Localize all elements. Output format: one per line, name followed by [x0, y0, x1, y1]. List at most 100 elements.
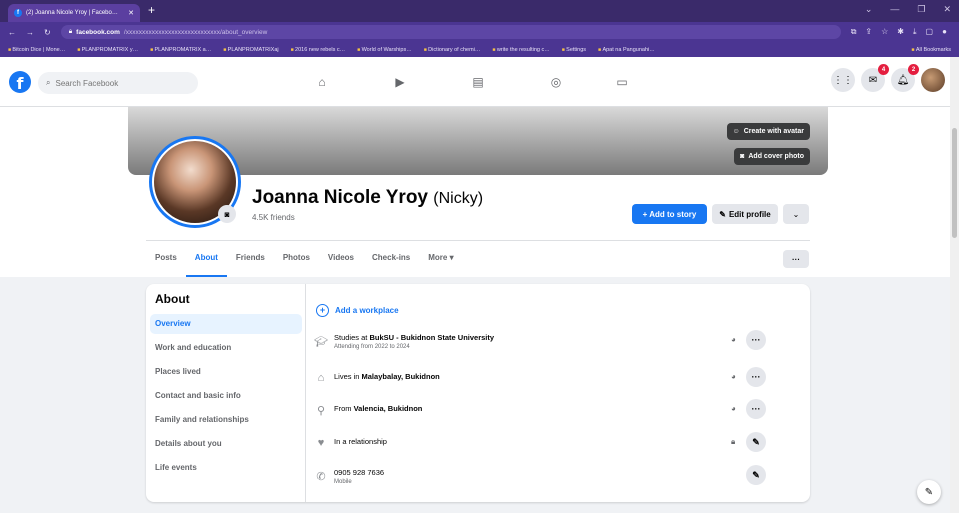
- about-item-overview[interactable]: Overview: [150, 314, 302, 334]
- close-icon[interactable]: ✕: [943, 4, 951, 15]
- account-avatar[interactable]: [921, 68, 945, 92]
- about-item-family[interactable]: Family and relationships: [150, 410, 302, 430]
- avatar-icon: ☺: [732, 128, 740, 135]
- tab-about[interactable]: About: [185, 241, 227, 277]
- new-message-button[interactable]: ✎: [917, 480, 941, 504]
- bookmark-item[interactable]: PLANPROMATRIX y…: [77, 47, 138, 53]
- bookmark-item[interactable]: Dictionary of chemi…: [424, 47, 480, 53]
- studies-prefix: Studies at: [334, 333, 370, 342]
- about-item-contact-info[interactable]: Contact and basic info: [150, 386, 302, 406]
- star-icon[interactable]: ☆: [881, 27, 888, 37]
- from-text: From Valencia, Bukidnon: [334, 404, 422, 413]
- friends-privacy-icon[interactable]: ◕: [731, 372, 736, 381]
- bell-icon: 🔔︎: [896, 74, 910, 86]
- grid-icon: ⋮⋮: [833, 74, 853, 86]
- relationship-edit-button[interactable]: ✎: [746, 432, 766, 452]
- bookmark-item[interactable]: 2016 new rebels c…: [291, 47, 345, 53]
- friends-privacy-icon[interactable]: ◕: [731, 335, 736, 344]
- marketplace-icon[interactable]: ▤: [470, 74, 486, 90]
- back-icon[interactable]: ←: [8, 28, 16, 37]
- notifications-button[interactable]: 🔔︎ 2: [891, 64, 919, 92]
- search-box[interactable]: ⌕: [38, 72, 198, 94]
- from-place[interactable]: Valencia, Bukidnon: [354, 404, 423, 413]
- lives-text: Lives in Malaybalay, Bukidnon: [334, 372, 440, 381]
- tab-check-ins[interactable]: Check-ins: [363, 241, 419, 277]
- about-item-details[interactable]: Details about you: [150, 434, 302, 454]
- sidepanel-icon[interactable]: ▢: [926, 27, 934, 37]
- tab-photos[interactable]: Photos: [274, 241, 319, 277]
- add-cover-photo-button[interactable]: ◙ Add cover photo: [734, 148, 810, 165]
- reload-icon[interactable]: ↻: [44, 28, 51, 37]
- groups-icon[interactable]: ◎: [548, 74, 564, 90]
- video-icon[interactable]: ▶: [392, 74, 408, 90]
- create-avatar-label: Create with avatar: [743, 128, 804, 135]
- bookmarks-bar: Bitcoin Dice | Mone… PLANPROMATRIX y… PL…: [0, 42, 959, 57]
- about-item-work-education[interactable]: Work and education: [150, 338, 302, 358]
- bookmark-item[interactable]: World of Warships…: [357, 47, 412, 53]
- lives-place[interactable]: Malaybalay, Bukidnon: [362, 372, 440, 381]
- download-icon[interactable]: ⤓: [913, 27, 917, 37]
- edit-profile-button[interactable]: ✎ Edit profile: [712, 204, 778, 224]
- browser-toolbar: ← → ↻ 🔒︎ facebook.com /xxxxxxxxxxxxxxxxx…: [0, 22, 959, 42]
- extensions-icon[interactable]: ✱: [897, 27, 904, 37]
- tab-more[interactable]: More ▾: [419, 241, 462, 277]
- about-item-places-lived[interactable]: Places lived: [150, 362, 302, 382]
- graduation-cap-icon: 🎓︎: [314, 336, 328, 348]
- minimize-icon[interactable]: —: [890, 4, 899, 15]
- page-scrollbar[interactable]: [950, 57, 959, 513]
- add-to-story-button[interactable]: + Add to story: [632, 204, 707, 224]
- camera-icon[interactable]: ◙: [218, 205, 236, 223]
- search-input[interactable]: [55, 78, 176, 88]
- search-icon: ⌕: [46, 78, 51, 87]
- info-row-relationship: ♥ In a relationship 🔒︎ ✎: [314, 432, 794, 461]
- browser-tabbar: f (2) Joanna Nicole Yroy | Facebo… ✕ + ⌄…: [0, 0, 959, 22]
- bookmark-item[interactable]: Settings: [562, 47, 586, 53]
- forward-icon[interactable]: →: [26, 28, 34, 37]
- home-icon[interactable]: ⌂: [314, 74, 330, 90]
- plus-icon: +: [316, 304, 329, 317]
- friends-count[interactable]: 4.5K friends: [252, 213, 295, 222]
- translate-icon[interactable]: ⧉: [851, 27, 857, 37]
- tab-videos[interactable]: Videos: [319, 241, 363, 277]
- messenger-badge: 4: [878, 64, 889, 75]
- profile-more-dropdown[interactable]: ⌄: [783, 204, 809, 224]
- friends-privacy-icon[interactable]: ◕: [731, 404, 736, 413]
- bookmark-item[interactable]: Bitcoin Dice | Mone…: [8, 47, 65, 53]
- from-options-button[interactable]: ···: [746, 399, 766, 419]
- bookmark-item[interactable]: PLANPROMATRIXaj: [223, 47, 279, 53]
- phone-edit-button[interactable]: ✎: [746, 465, 766, 485]
- browser-tab[interactable]: f (2) Joanna Nicole Yroy | Facebo… ✕: [8, 4, 140, 22]
- add-workplace-link[interactable]: + Add a workplace: [316, 304, 399, 317]
- create-avatar-button[interactable]: ☺ Create with avatar: [726, 123, 810, 140]
- gaming-icon[interactable]: ▭: [614, 74, 630, 90]
- school-name[interactable]: BukSU - Bukidnon State University: [369, 333, 494, 342]
- all-bookmarks[interactable]: All Bookmarks: [911, 47, 951, 53]
- profile-tabs: Posts About Friends Photos Videos Check-…: [146, 241, 463, 277]
- home-icon: ⌂: [317, 372, 325, 384]
- lock-icon[interactable]: 🔒︎: [731, 437, 735, 447]
- tab-posts[interactable]: Posts: [146, 241, 186, 277]
- facebook-logo-icon[interactable]: f: [9, 71, 31, 93]
- info-row-phone: ✆ 0905 928 7636 Mobile ✎: [314, 465, 794, 494]
- bookmark-item[interactable]: write the resulting c…: [492, 47, 550, 53]
- share-icon[interactable]: ⇪: [865, 27, 872, 37]
- address-bar[interactable]: 🔒︎ facebook.com /xxxxxxxxxxxxxxxxxxxxxxx…: [60, 25, 841, 39]
- chevron-down-icon[interactable]: ⌄: [865, 4, 873, 15]
- bookmark-item[interactable]: Apat na Pangunahi…: [598, 47, 654, 53]
- lock-icon: 🔒︎: [68, 28, 73, 35]
- lives-options-button[interactable]: ···: [746, 367, 766, 387]
- new-tab-button[interactable]: +: [148, 3, 155, 17]
- education-options-button[interactable]: ···: [746, 330, 766, 350]
- tab-friends[interactable]: Friends: [227, 241, 274, 277]
- profile-icon[interactable]: ●: [942, 27, 947, 37]
- bookmark-item[interactable]: PLANPROMATRIX a…: [150, 47, 212, 53]
- about-item-life-events[interactable]: Life events: [150, 458, 302, 478]
- heart-icon: ♥: [317, 437, 325, 449]
- menu-grid-button[interactable]: ⋮⋮: [831, 68, 855, 92]
- scrollbar-thumb[interactable]: [952, 128, 957, 238]
- phone-icon: ✆: [316, 471, 326, 483]
- tab-overflow-button[interactable]: ···: [783, 250, 809, 268]
- messenger-button[interactable]: ✉ 4: [861, 64, 889, 92]
- tab-close-icon[interactable]: ✕: [128, 9, 134, 17]
- restore-icon[interactable]: ❐: [917, 4, 925, 15]
